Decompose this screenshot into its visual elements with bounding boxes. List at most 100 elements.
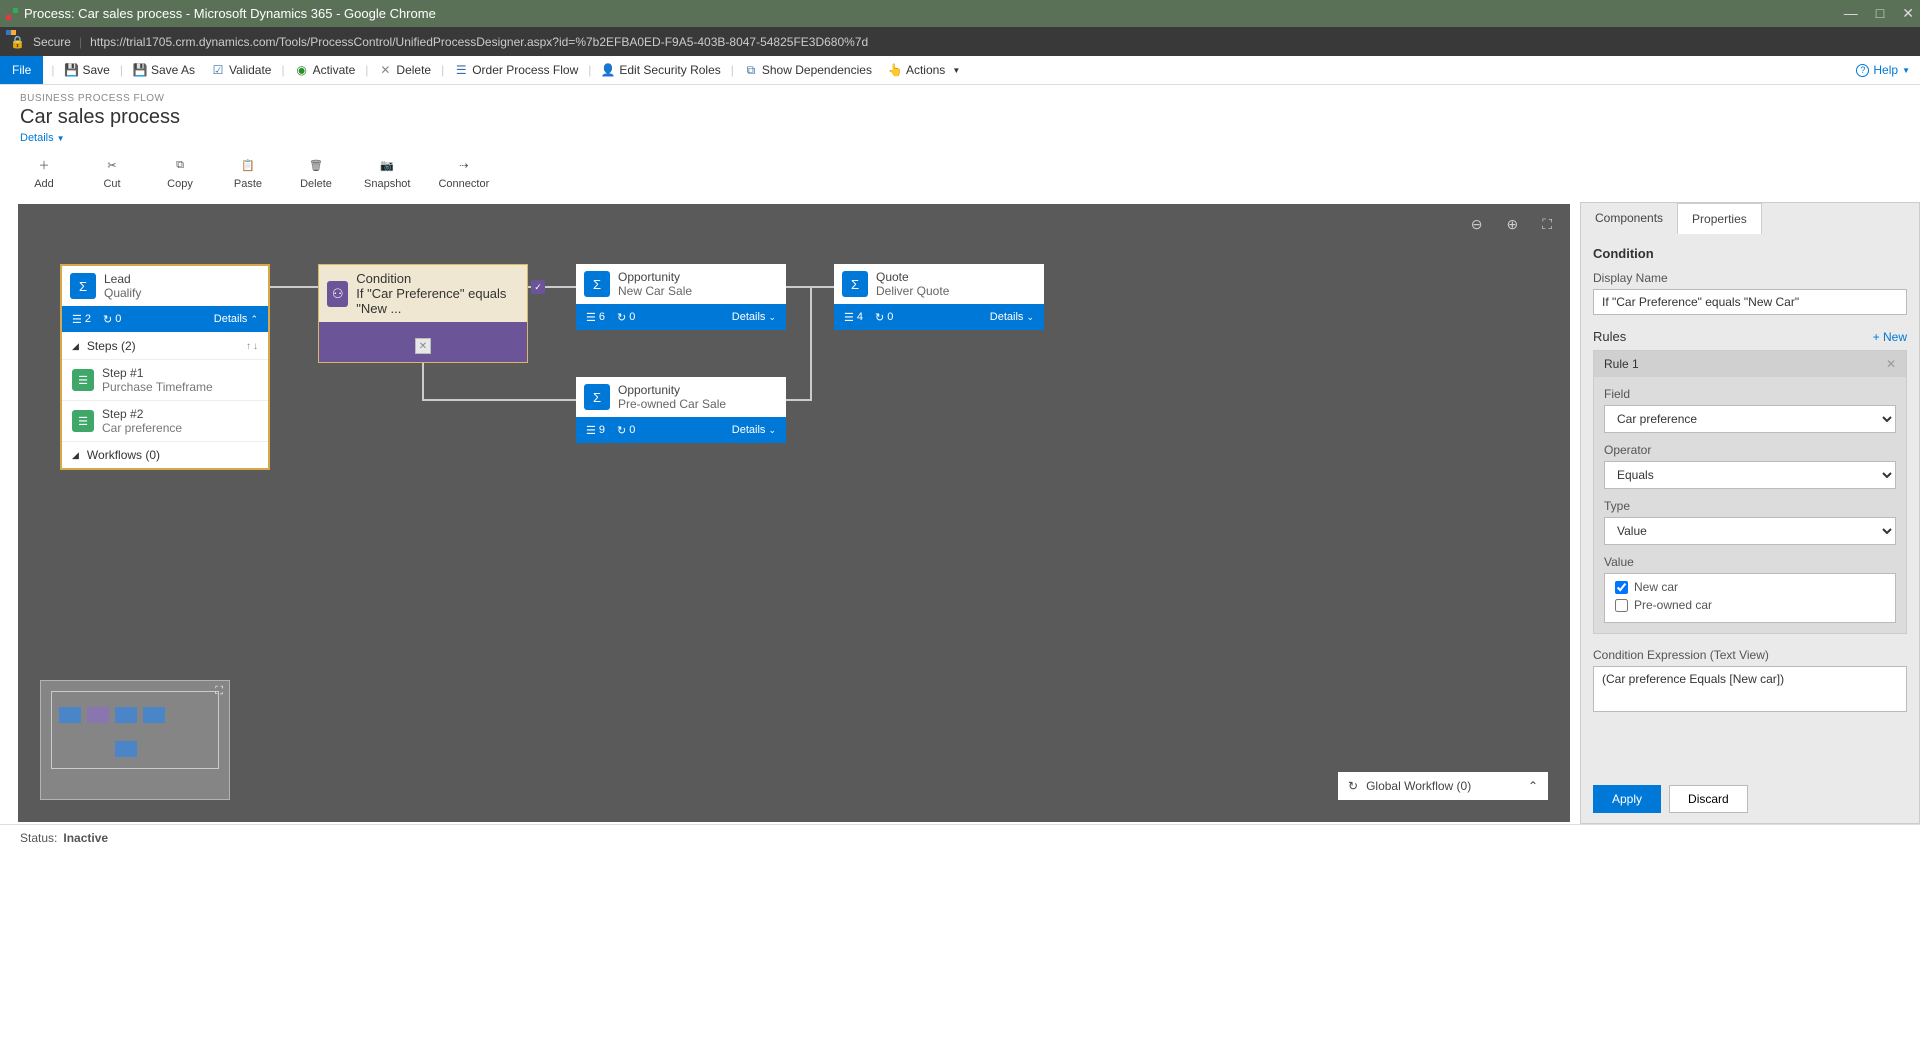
global-workflow-bar[interactable]: ↻ Global Workflow (0) ⌃ — [1338, 772, 1548, 800]
step-item[interactable]: ☰Step #2Car preference — [62, 401, 268, 442]
condition-subtitle: If "Car Preference" equals "New ... — [356, 286, 519, 316]
rule-title: Rule 1 — [1604, 357, 1639, 371]
stage-quote[interactable]: ΣQuoteDeliver Quote ☰ 4↻ 0Details ⌄ — [834, 264, 1044, 330]
copy-icon: ⧉ — [171, 156, 189, 174]
stage-details-toggle[interactable]: Details ⌄ — [732, 311, 776, 323]
camera-icon: 📷 — [378, 156, 396, 174]
address-bar: 🔒 Secure | https://trial1705.crm.dynamic… — [0, 27, 1920, 56]
activate-button[interactable]: ◉Activate — [287, 56, 364, 84]
condition-false-badge: ✕ — [415, 338, 431, 354]
value-option-new-car[interactable]: New car — [1615, 580, 1885, 594]
chevron-up-icon: ⌃ — [250, 314, 258, 324]
stage-lead[interactable]: Σ LeadQualify ☰2↻0 Details ⌃ ◢Steps (2)↑… — [60, 264, 270, 470]
command-toolbar: File | 💾Save | 💾Save As ☑Validate | ◉Act… — [0, 56, 1920, 85]
status-label: Status: — [20, 831, 57, 845]
edit-security-roles-button[interactable]: 👤Edit Security Roles — [593, 56, 728, 84]
file-menu[interactable]: File — [0, 56, 43, 84]
security-icon: 👤 — [601, 63, 615, 77]
stage-details-panel: ◢Steps (2)↑↓ ☰Step #1Purchase Timeframe … — [62, 332, 268, 468]
remove-rule-icon[interactable]: ✕ — [1886, 357, 1896, 371]
condition-true-badge: ✓ — [531, 280, 545, 294]
arrow-up-icon[interactable]: ↑ — [246, 341, 251, 352]
new-rule-button[interactable]: + New — [1873, 330, 1907, 344]
actions-icon: 👆 — [888, 63, 902, 77]
page-title: Car sales process — [20, 106, 1900, 129]
app-icon — [6, 8, 18, 20]
validate-button[interactable]: ☑Validate — [203, 56, 279, 84]
condition-icon: ⚇ — [327, 281, 348, 307]
chevron-down-icon: ▼ — [57, 134, 65, 143]
step-item[interactable]: ☰Step #1Purchase Timeframe — [62, 360, 268, 401]
display-name-label: Display Name — [1593, 271, 1907, 285]
steps-icon: ☰ — [72, 313, 82, 326]
stage-title: Lead — [104, 272, 141, 286]
value-option-preowned-car[interactable]: Pre-owned car — [1615, 598, 1885, 612]
value-label: Value — [1604, 555, 1896, 569]
type-select[interactable]: Value — [1604, 517, 1896, 545]
stage-icon: Σ — [584, 271, 610, 297]
stage-icon: Σ — [584, 384, 610, 410]
scissors-icon: ✂ — [103, 156, 121, 174]
tab-properties[interactable]: Properties — [1677, 203, 1762, 234]
status-bar: Status: Inactive — [0, 824, 1920, 850]
save-as-button[interactable]: 💾Save As — [125, 56, 203, 84]
actions-menu[interactable]: 👆Actions▼ — [880, 56, 968, 84]
lock-icon: 🔒 — [10, 35, 25, 49]
window-title-bar: Process: Car sales process - Microsoft D… — [0, 0, 1920, 27]
loop-icon: ↻ — [103, 313, 112, 326]
delete-icon: ✕ — [378, 63, 392, 77]
delete-canvas-button[interactable]: 🗑Delete — [296, 156, 336, 190]
window-maximize-icon[interactable]: □ — [1876, 5, 1884, 22]
copy-button[interactable]: ⧉Copy — [160, 156, 200, 190]
cut-button[interactable]: ✂Cut — [92, 156, 132, 190]
window-minimize-icon[interactable]: — — [1844, 5, 1858, 22]
connector-button[interactable]: ⇢Connector — [438, 156, 489, 190]
step-icon: ☰ — [72, 369, 94, 391]
workflows-header[interactable]: ◢Workflows (0) — [62, 442, 268, 468]
add-button[interactable]: ＋Add — [24, 156, 64, 190]
zoom-in-icon[interactable]: ⊕ — [1506, 216, 1518, 233]
workflow-icon: ↻ — [1348, 779, 1358, 793]
stage-opportunity-new[interactable]: ΣOpportunityNew Car Sale ☰ 6↻ 0Details ⌄ — [576, 264, 786, 330]
value-checkbox-group: New car Pre-owned car — [1604, 573, 1896, 623]
details-toggle[interactable]: Details▼ — [20, 132, 65, 144]
arrow-down-icon[interactable]: ↓ — [253, 341, 258, 352]
process-canvas[interactable]: ⊖ ⊕ ⛶ Σ LeadQualify ☰2↻0 Details ⌃ ◢Step… — [18, 204, 1570, 822]
apply-button[interactable]: Apply — [1593, 785, 1661, 813]
type-label: Type — [1604, 499, 1896, 513]
steps-header[interactable]: ◢Steps (2)↑↓ — [62, 333, 268, 360]
operator-select[interactable]: Equals — [1604, 461, 1896, 489]
stage-details-toggle[interactable]: Details ⌄ — [732, 424, 776, 436]
activate-icon: ◉ — [295, 63, 309, 77]
status-value: Inactive — [63, 831, 108, 845]
stage-details-toggle[interactable]: Details ⌄ — [990, 311, 1034, 323]
discard-button[interactable]: Discard — [1669, 785, 1748, 813]
tab-components[interactable]: Components — [1581, 203, 1677, 234]
paste-button[interactable]: 📋Paste — [228, 156, 268, 190]
stage-details-toggle[interactable]: Details ⌃ — [214, 313, 258, 325]
new-car-checkbox[interactable] — [1615, 581, 1628, 594]
fit-screen-icon[interactable]: ⛶ — [1542, 216, 1552, 233]
page-url[interactable]: https://trial1705.crm.dynamics.com/Tools… — [90, 35, 868, 49]
paste-icon: 📋 — [239, 156, 257, 174]
window-close-icon[interactable]: ✕ — [1902, 5, 1914, 22]
triangle-down-icon: ◢ — [72, 450, 79, 461]
delete-button[interactable]: ✕Delete — [370, 56, 439, 84]
preowned-car-checkbox[interactable] — [1615, 599, 1628, 612]
triangle-down-icon: ◢ — [72, 341, 79, 352]
save-button[interactable]: 💾Save — [56, 56, 117, 84]
zoom-out-icon[interactable]: ⊖ — [1471, 216, 1483, 233]
snapshot-button[interactable]: 📷Snapshot — [364, 156, 410, 190]
field-select[interactable]: Car preference — [1604, 405, 1896, 433]
minimap[interactable]: ⛶ — [40, 680, 230, 800]
panel-heading: Condition — [1593, 246, 1907, 261]
display-name-input[interactable] — [1593, 289, 1907, 315]
save-as-icon: 💾 — [133, 63, 147, 77]
chevron-up-icon: ⌃ — [1528, 779, 1538, 793]
expression-label: Condition Expression (Text View) — [1593, 648, 1907, 662]
order-process-flow-button[interactable]: ☰Order Process Flow — [446, 56, 586, 84]
show-dependencies-button[interactable]: ⧉Show Dependencies — [736, 56, 880, 84]
stage-opportunity-preowned[interactable]: ΣOpportunityPre-owned Car Sale ☰ 9↻ 0Det… — [576, 377, 786, 443]
help-link[interactable]: ?Help▼ — [1856, 63, 1910, 77]
canvas-action-bar: ＋Add ✂Cut ⧉Copy 📋Paste 🗑Delete 📷Snapshot… — [0, 148, 1920, 202]
